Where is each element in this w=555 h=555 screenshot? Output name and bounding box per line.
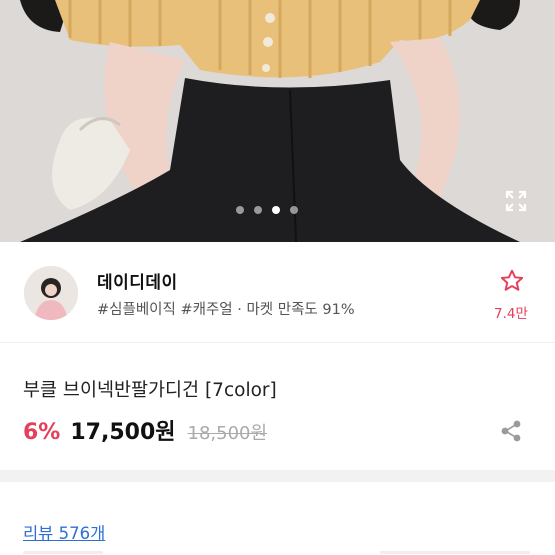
share-icon[interactable] — [499, 419, 523, 443]
gallery-pagination — [236, 206, 298, 214]
product-title: 부클 브이넥반팔가디건 [7color] — [23, 380, 277, 401]
gallery-dot-active[interactable] — [272, 206, 280, 214]
gallery-dot[interactable] — [254, 206, 262, 214]
original-price: 18,500원 — [187, 423, 268, 444]
shop-avatar[interactable] — [24, 266, 78, 320]
reviews-link[interactable]: 리뷰 576개 — [23, 520, 105, 544]
divider — [0, 342, 555, 343]
shop-info-section — [0, 242, 555, 342]
section-separator — [0, 470, 555, 482]
gallery-dot[interactable] — [236, 206, 244, 214]
shop-tags: #심플베이직 #캐주얼 · 마켓 만족도 91% — [97, 302, 355, 318]
shop-name[interactable]: 데이디데이 — [97, 268, 178, 293]
discount-rate: 6% — [23, 420, 61, 445]
sale-price: 17,500원 — [70, 420, 176, 445]
price-row: 6% 17,500원 18,500원 — [23, 414, 267, 446]
favorite-star-icon[interactable] — [492, 268, 532, 298]
gallery-dot[interactable] — [290, 206, 298, 214]
favorite-count: 7.4만 — [494, 306, 528, 322]
partial-row — [0, 549, 555, 555]
product-image-gallery[interactable] — [0, 0, 555, 242]
fullscreen-expand-icon[interactable] — [504, 189, 528, 213]
